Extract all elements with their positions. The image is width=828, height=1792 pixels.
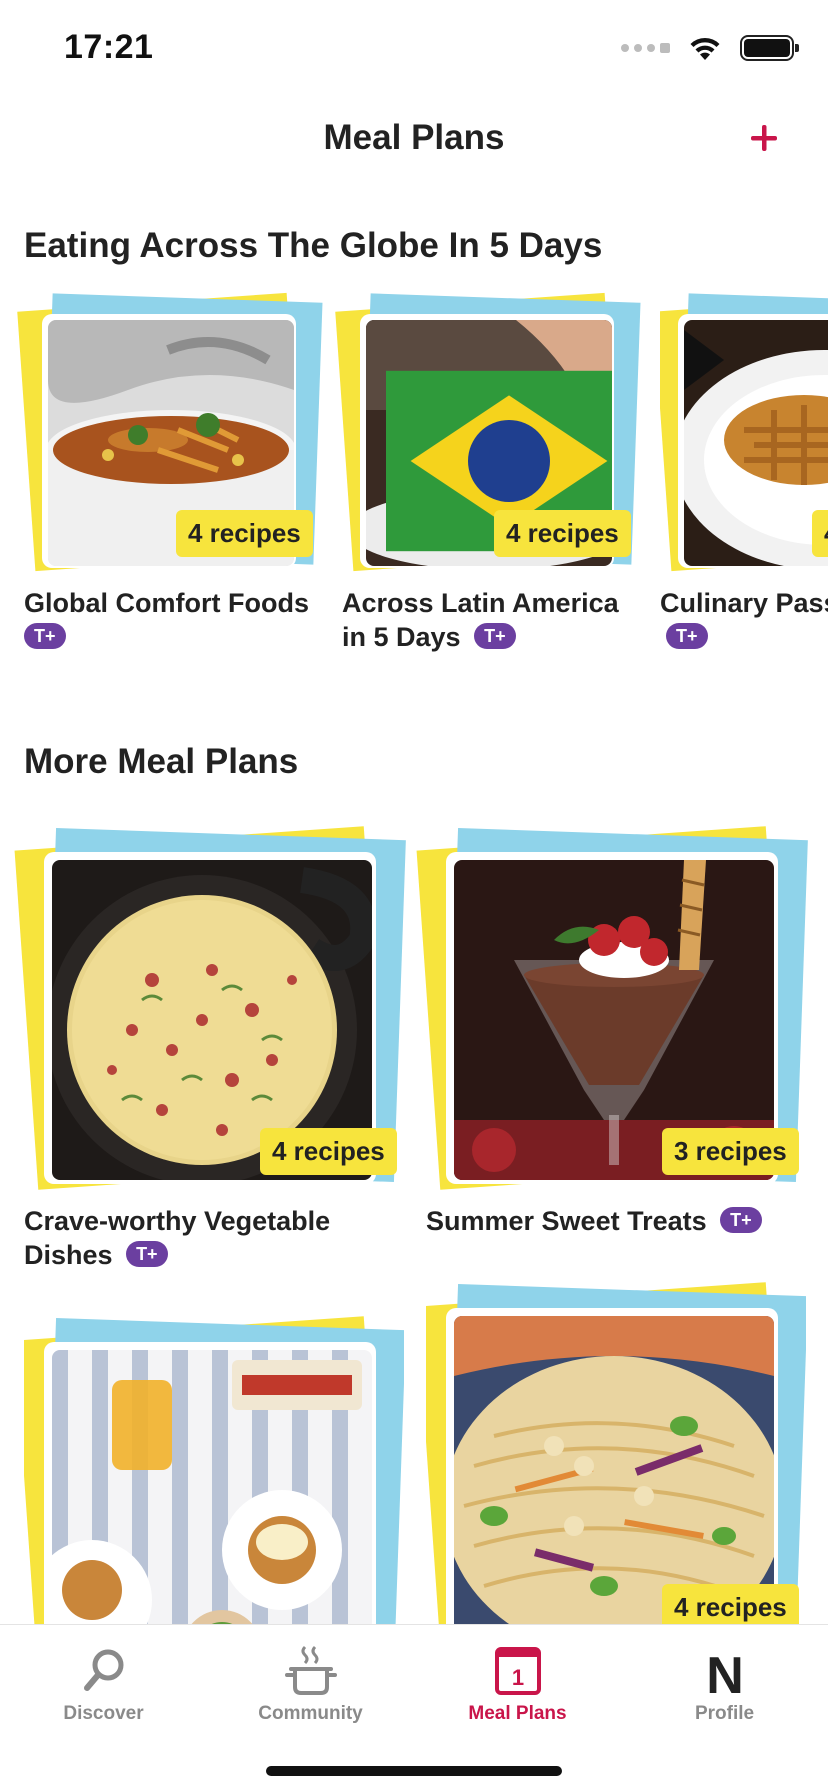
recipe-count-badge: 4 [812, 510, 828, 557]
recipe-count-badge: 4 recipes [176, 510, 313, 557]
meal-plan-card[interactable]: 3 recipes Summer Sweet Treats T+ [416, 824, 808, 1274]
tasty-plus-badge: T+ [474, 622, 516, 649]
tab-label: Community [258, 1703, 363, 1724]
featured-plan-card[interactable]: 4 recipes Across Latin America in 5 Days… [335, 290, 642, 670]
recipe-count-badge: 3 recipes [662, 1128, 799, 1175]
recipe-count-badge: 4 recipes [494, 510, 631, 557]
section-title-more: More Meal Plans [24, 742, 299, 781]
tab-label: Discover [63, 1703, 144, 1724]
plan-title: Summer Sweet Treats T+ [426, 1204, 806, 1238]
tab-community[interactable]: Community [207, 1643, 414, 1725]
plan-title: Culinary Pass England T+ [660, 586, 828, 654]
home-indicator [266, 1766, 562, 1776]
plan-photo-breakfast [52, 1350, 372, 1624]
meal-plan-card[interactable]: 4 recipes Crave-worthy Vegetable Dishes … [14, 824, 406, 1274]
wifi-icon [690, 37, 720, 60]
recipe-count-badge: 4 recipes [260, 1128, 397, 1175]
section-title-featured: Eating Across The Globe In 5 Days [24, 226, 603, 265]
tasty-plus-badge: T+ [720, 1206, 762, 1233]
calendar-icon: 1 [494, 1647, 541, 1695]
plan-title-text: Summer Sweet Treats [426, 1206, 707, 1236]
search-icon [83, 1649, 123, 1691]
tab-discover[interactable]: Discover [0, 1643, 207, 1725]
page-title: Meal Plans [323, 118, 505, 157]
tasty-plus-badge: T+ [126, 1240, 168, 1267]
meal-plan-card[interactable] [24, 1314, 404, 1624]
plan-photo-noodles [454, 1316, 774, 1624]
plan-title-text: Culinary Pass England [660, 588, 828, 618]
calendar-day: 1 [511, 1665, 523, 1690]
meal-plan-card[interactable]: 4 recipes [426, 1280, 806, 1624]
plus-icon[interactable] [740, 114, 788, 162]
signal-icon [621, 43, 670, 53]
status-time: 17:21 [64, 28, 154, 66]
tab-meal-plans[interactable]: 1 Meal Plans [414, 1643, 621, 1725]
tab-label: Profile [694, 1703, 755, 1724]
tab-label: Meal Plans [468, 1703, 567, 1724]
tasty-plus-badge: T+ [666, 622, 708, 649]
status-bar: 17:21 [0, 0, 828, 100]
plan-title-text: Crave-worthy Vegetable Dishes [24, 1206, 331, 1270]
plan-title: Crave-worthy Vegetable Dishes T+ [24, 1204, 384, 1272]
plan-title-text: Global Comfort Foods [24, 588, 309, 618]
featured-plan-card[interactable]: 4 Culinary Pass England T+ [660, 290, 828, 670]
tab-profile[interactable]: N Profile [621, 1643, 828, 1725]
featured-plan-card[interactable]: 4 recipes Global Comfort Foods T+ [17, 290, 324, 670]
profile-logo-glyph: N [706, 1647, 744, 1699]
recipe-count-badge: 4 recipes [662, 1584, 799, 1624]
plan-photo-pie [684, 320, 828, 566]
plan-title: Global Comfort Foods T+ [24, 586, 324, 654]
battery-icon [740, 35, 799, 61]
pot-icon [284, 1645, 337, 1695]
nav-header: Meal Plans [0, 100, 828, 180]
tasty-plus-badge: T+ [24, 622, 66, 649]
profile-logo-icon: N [706, 1647, 744, 1699]
status-icons [621, 34, 799, 62]
plan-title: Across Latin America in 5 Days T+ [342, 586, 642, 654]
